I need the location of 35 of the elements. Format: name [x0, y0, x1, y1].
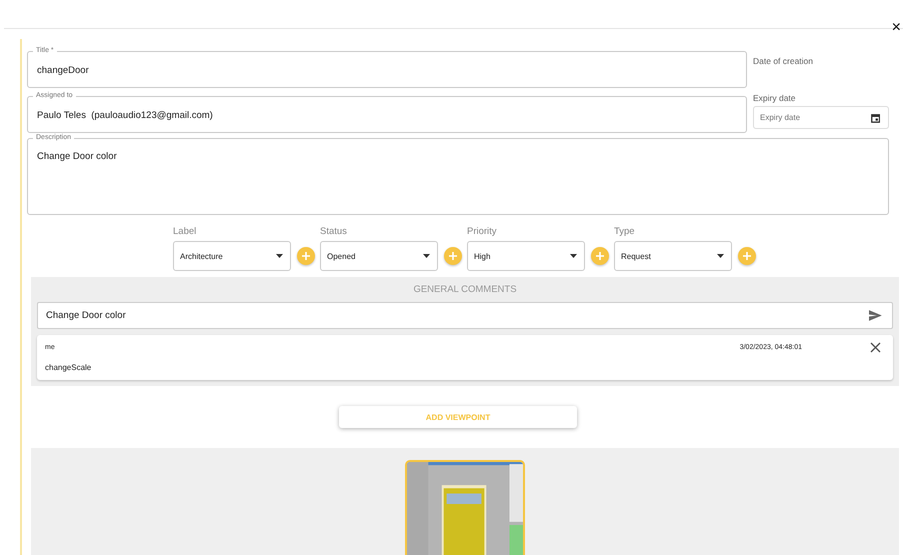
title-field[interactable]: changeDoor [37, 64, 737, 76]
caret-icon [423, 254, 430, 258]
close-icon[interactable] [870, 342, 881, 353]
select-dropdown[interactable]: Request [614, 241, 732, 271]
add-button[interactable] [738, 247, 756, 265]
select-label: Type [614, 226, 636, 237]
calendar-icon[interactable] [870, 112, 880, 122]
select-dropdown[interactable]: Architecture [173, 241, 291, 271]
comment-text: changeScale [45, 363, 92, 372]
plus-icon [448, 251, 458, 261]
add-button[interactable] [297, 247, 315, 265]
plus-icon [301, 251, 311, 261]
plus-icon [742, 251, 752, 261]
select-label: Priority [467, 226, 498, 237]
select-label: Status [320, 226, 348, 237]
expiry-date-field[interactable]: Expiry date [753, 106, 889, 129]
assigned-to-field[interactable]: Paulo Teles (pauloaudio123@gmail.com) [37, 110, 737, 120]
select-dropdown[interactable]: Opened [320, 241, 438, 271]
expiry-date-field[interactable]: Expiry date [760, 113, 871, 122]
send-icon[interactable] [869, 310, 882, 321]
plus-icon [595, 251, 605, 261]
select-label: Label [173, 226, 198, 237]
add-button[interactable] [444, 247, 462, 265]
caret-icon [717, 254, 724, 258]
description-field[interactable]: Change Door color [37, 151, 879, 191]
caret-icon [276, 254, 283, 258]
date-of-creation-label: Date of creation [753, 56, 814, 68]
caret-icon [570, 254, 577, 258]
comment-field[interactable]: Change Door color [37, 302, 893, 329]
close-button[interactable]: × [892, 19, 903, 37]
expiry-date-label: Expiry date [753, 93, 797, 103]
section-heading: GENERAL COMMENTS [412, 283, 518, 296]
select-dropdown[interactable]: High [467, 241, 585, 271]
comment-field[interactable]: Change Door color [46, 310, 870, 321]
add-button[interactable] [591, 247, 609, 265]
